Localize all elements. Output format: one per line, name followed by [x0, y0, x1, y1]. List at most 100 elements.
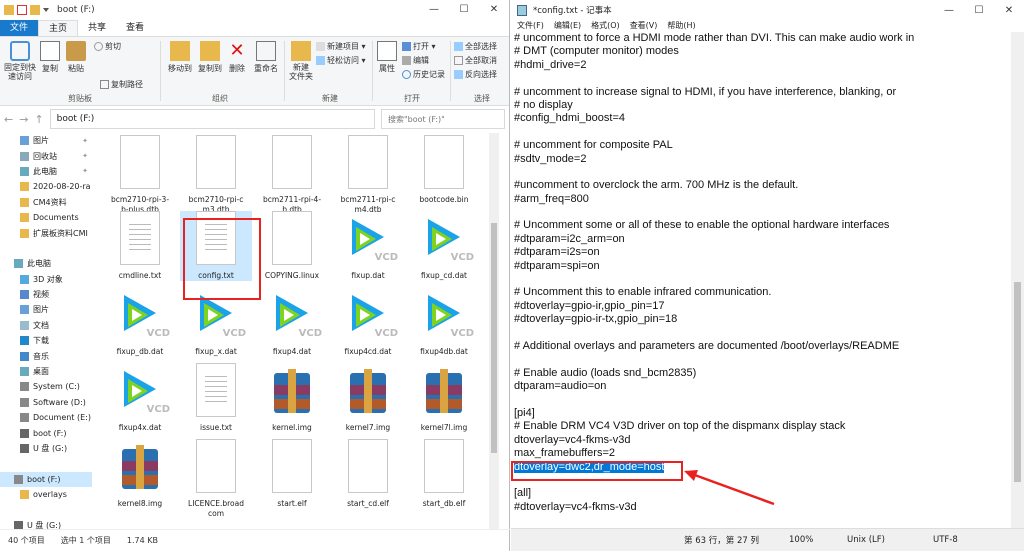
- menu-view[interactable]: 查看(V): [630, 20, 658, 32]
- file-item[interactable]: kernel7.img: [332, 363, 404, 433]
- sidebar-item[interactable]: 3D 对象: [0, 272, 92, 287]
- file-item[interactable]: VCD fixup_db.dat: [104, 287, 176, 357]
- pin-quick-access-button[interactable]: 固定到快 速访问: [4, 41, 36, 81]
- sidebar-item[interactable]: 视频: [0, 287, 92, 302]
- sidebar-item[interactable]: 扩展板资料CMI: [0, 225, 92, 240]
- file-item[interactable]: start_cd.elf: [332, 439, 404, 509]
- new-folder-button[interactable]: 新建 文件夹: [288, 41, 314, 81]
- paste-button[interactable]: 粘贴: [64, 41, 88, 74]
- up-icon[interactable]: ↑: [34, 113, 43, 126]
- notepad-close-button[interactable]: ✕: [994, 5, 1024, 16]
- sidebar-item[interactable]: 此电脑: [0, 256, 92, 271]
- menu-file[interactable]: 文件(F): [517, 20, 544, 32]
- file-item[interactable]: VCD fixup_cd.dat: [408, 211, 480, 281]
- easy-access-button[interactable]: 轻松访问 ▾: [316, 55, 366, 66]
- sidebar-item[interactable]: Software (D:): [0, 395, 92, 410]
- address-bar[interactable]: boot (F:): [49, 109, 375, 129]
- tab-file[interactable]: 文件: [0, 20, 39, 36]
- delete-button[interactable]: ✕ 删除: [226, 41, 248, 74]
- select-all-button[interactable]: 全部选择: [454, 41, 497, 52]
- sidebar-item[interactable]: boot (F:): [0, 471, 92, 487]
- sidebar-item-icon: [20, 182, 29, 192]
- file-item[interactable]: LICENCE.broad com: [180, 439, 252, 519]
- file-item[interactable]: VCD fixup.dat: [332, 211, 404, 281]
- back-icon[interactable]: ←: [4, 113, 13, 126]
- invert-selection-button[interactable]: 反向选择: [454, 69, 497, 80]
- maximize-button[interactable]: ☐: [449, 0, 479, 20]
- tab-home[interactable]: 主页: [38, 20, 79, 36]
- search-input[interactable]: 搜索"boot (F:)": [381, 109, 505, 129]
- open-button[interactable]: 打开 ▾: [402, 41, 436, 52]
- vcd-label: VCD: [146, 404, 170, 415]
- notepad-scrollbar[interactable]: [1011, 32, 1024, 528]
- properties-button[interactable]: 属性: [376, 41, 398, 74]
- sidebar-item[interactable]: Document (E:): [0, 410, 92, 425]
- menu-format[interactable]: 格式(O): [591, 20, 620, 32]
- file-item[interactable]: bcm2711-rpi-4- b.dtb: [256, 135, 328, 215]
- file-item[interactable]: start_db.elf: [408, 439, 480, 509]
- tab-share[interactable]: 共享: [78, 20, 116, 36]
- file-item[interactable]: kernel7l.img: [408, 363, 480, 433]
- rename-button[interactable]: 重命名: [252, 41, 280, 74]
- copy-path-button[interactable]: 复制路径: [100, 79, 143, 90]
- file-item[interactable]: kernel8.img: [104, 439, 176, 509]
- edit-button[interactable]: 编辑: [402, 55, 429, 66]
- sidebar-item[interactable]: CM4资料: [0, 195, 92, 210]
- file-item[interactable]: bootcode.bin: [408, 135, 480, 205]
- sidebar-item[interactable]: overlays: [0, 487, 92, 502]
- minimize-button[interactable]: —: [419, 0, 449, 20]
- sidebar-item[interactable]: 文档: [0, 318, 92, 333]
- notepad-scroll-thumb[interactable]: [1014, 282, 1021, 482]
- vcd-label: VCD: [222, 328, 246, 339]
- explorer-scrollbar[interactable]: [489, 133, 499, 529]
- sidebar-item[interactable]: 2020-08-20-ra: [0, 179, 92, 194]
- file-item[interactable]: issue.txt: [180, 363, 252, 433]
- notepad-maximize-button[interactable]: ☐: [964, 5, 994, 16]
- notepad-minimize-button[interactable]: —: [934, 5, 964, 16]
- file-item[interactable]: VCD fixup4.dat: [256, 287, 328, 357]
- sidebar-item[interactable]: Documents: [0, 210, 92, 225]
- sidebar-item[interactable]: 音乐: [0, 348, 92, 363]
- sidebar-item-label: 扩展板资料CMI: [33, 228, 88, 238]
- new-item-button[interactable]: 新建项目 ▾: [316, 41, 366, 52]
- file-item[interactable]: bcm2711-rpi-c m4.dtb: [332, 135, 404, 215]
- sidebar-item[interactable]: 桌面: [0, 364, 92, 379]
- tab-view[interactable]: 查看: [116, 20, 154, 36]
- sidebar-item[interactable]: U 盘 (G:): [0, 441, 92, 456]
- sidebar-item[interactable]: System (C:): [0, 379, 92, 394]
- sidebar-item[interactable]: 图片: [0, 302, 92, 317]
- move-to-button[interactable]: 移动到: [166, 41, 194, 74]
- file-item[interactable]: VCD fixup4db.dat: [408, 287, 480, 357]
- video-file-icon: VCD: [118, 287, 170, 343]
- folder-icon[interactable]: [30, 5, 40, 15]
- cut-button[interactable]: 剪切: [94, 41, 121, 52]
- select-none-button[interactable]: 全部取消: [454, 55, 497, 66]
- menu-edit[interactable]: 编辑(E): [554, 20, 581, 32]
- archive-file-icon: [270, 363, 314, 419]
- close-button[interactable]: ✕: [479, 0, 509, 20]
- file-item[interactable]: start.elf: [256, 439, 328, 509]
- forward-icon[interactable]: →: [19, 113, 28, 126]
- menu-help[interactable]: 帮助(H): [667, 20, 695, 32]
- text-editor-area[interactable]: # uncomment to force a HDMI mode rather …: [511, 32, 1011, 528]
- copy-button[interactable]: 复制: [38, 41, 62, 74]
- sidebar-item[interactable]: 此电脑 ✦: [0, 164, 92, 179]
- file-item[interactable]: bcm2710-rpi-c m3.dtb: [180, 135, 252, 215]
- scroll-thumb[interactable]: [491, 223, 497, 453]
- history-button[interactable]: 历史记录: [402, 69, 445, 80]
- sidebar-item[interactable]: 图片 ✦: [0, 133, 92, 148]
- checkbox-icon[interactable]: [17, 5, 27, 15]
- file-item[interactable]: COPYING.linux: [256, 211, 328, 281]
- sidebar-item[interactable]: boot (F:): [0, 425, 92, 440]
- customize-arrow-icon[interactable]: [43, 8, 49, 12]
- sidebar-item[interactable]: 下载: [0, 333, 92, 348]
- file-item[interactable]: bcm2710-rpi-3- b-plus.dtb: [104, 135, 176, 215]
- file-item[interactable]: kernel.img: [256, 363, 328, 433]
- file-item[interactable]: VCD fixup4cd.dat: [332, 287, 404, 357]
- copy-to-button[interactable]: 复制到: [196, 41, 224, 74]
- file-item[interactable]: cmdline.txt: [104, 211, 176, 281]
- folder-icon[interactable]: [4, 5, 14, 15]
- file-item[interactable]: VCD fixup4x.dat: [104, 363, 176, 433]
- sidebar-item[interactable]: 回收站 ✦: [0, 148, 92, 163]
- sidebar-item[interactable]: U 盘 (G:): [0, 518, 92, 529]
